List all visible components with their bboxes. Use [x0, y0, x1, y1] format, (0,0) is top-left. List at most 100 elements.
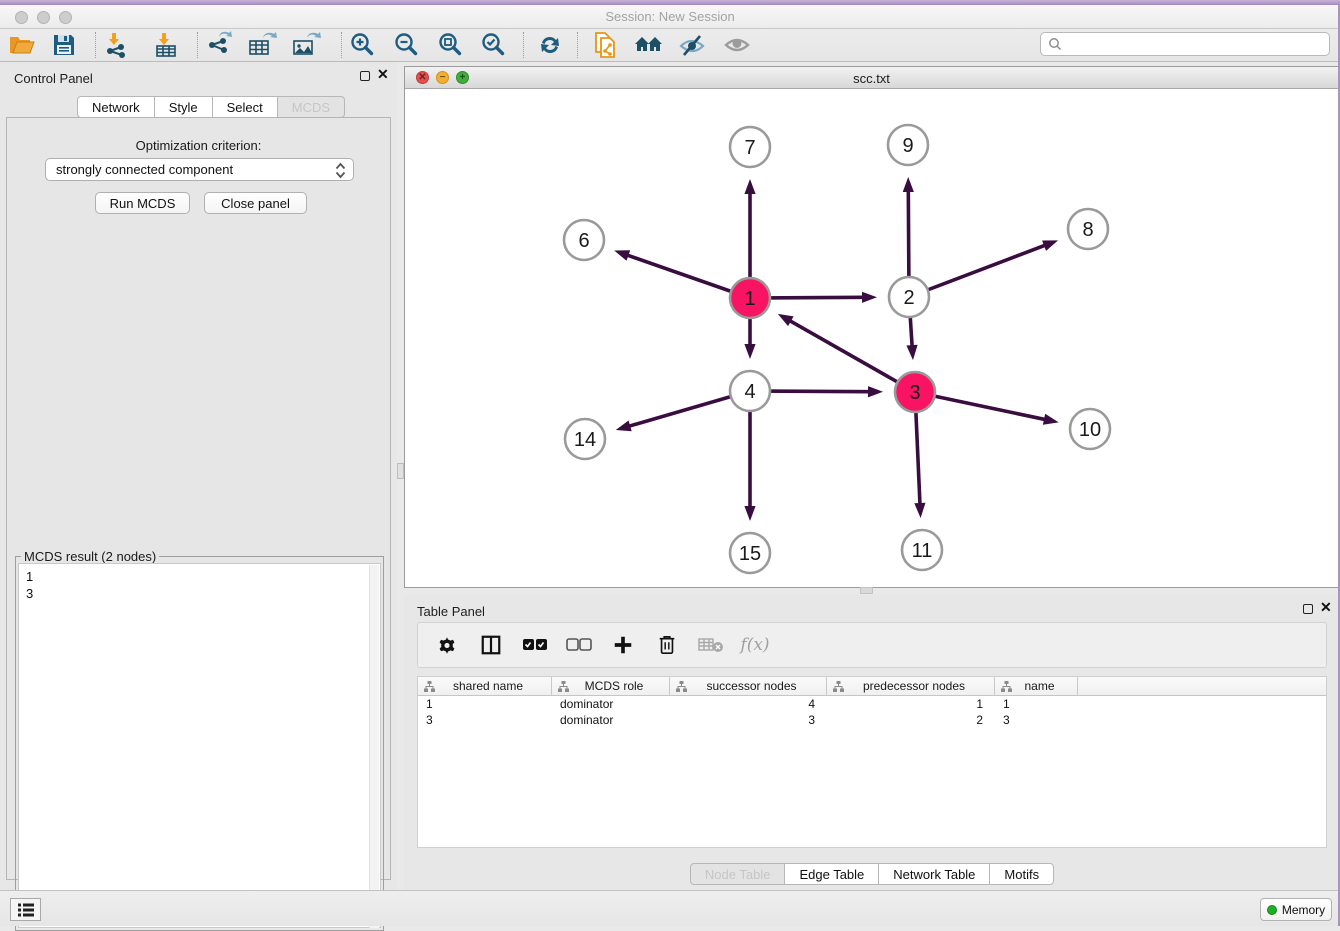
tab-select[interactable]: Select [213, 96, 278, 118]
close-panel-icon[interactable]: ✕ [377, 68, 389, 80]
table-tab-network-table[interactable]: Network Table [879, 863, 990, 885]
column-header-successor-nodes[interactable]: successor nodes [670, 677, 827, 695]
arrowhead-icon [744, 344, 755, 359]
apply-layout-icon[interactable] [534, 30, 566, 60]
show-columns-icon[interactable] [476, 630, 506, 660]
export-table-icon[interactable] [246, 30, 278, 60]
function-builder-icon[interactable]: f(x) [740, 630, 770, 660]
node-label: 4 [744, 381, 755, 403]
memory-label: Memory [1282, 903, 1325, 917]
cell-predecessor-nodes: 2 [827, 712, 995, 728]
tab-style[interactable]: Style [155, 96, 213, 118]
node-11[interactable]: 11 [902, 530, 942, 570]
horizontal-splitter-grip[interactable] [860, 587, 873, 594]
import-table-icon[interactable] [150, 30, 182, 60]
app-title: Session: New Session [0, 9, 1340, 24]
network-window-titlebar: ✕ − + scc.txt [405, 67, 1338, 89]
result-scrollbar[interactable] [369, 565, 379, 928]
main-toolbar [0, 29, 1340, 62]
search-icon [1047, 36, 1063, 52]
hierarchy-icon [676, 681, 687, 692]
edge-3-to-1[interactable] [778, 314, 915, 392]
node-4[interactable]: 4 [730, 371, 770, 411]
column-header-MCDS-role[interactable]: MCDS role [552, 677, 670, 695]
column-label: shared name [435, 679, 551, 693]
table-tab-edge-table[interactable]: Edge Table [785, 863, 879, 885]
deselect-all-columns-icon[interactable] [564, 630, 594, 660]
zoom-in-icon[interactable] [346, 30, 378, 60]
network-overview-icon[interactable] [633, 30, 665, 60]
table-close-icon[interactable]: ✕ [1320, 601, 1332, 613]
column-header-shared-name[interactable]: shared name [418, 677, 552, 695]
search-input[interactable] [1063, 35, 1329, 53]
run-mcds-button[interactable]: Run MCDS [95, 192, 190, 214]
node-14[interactable]: 14 [565, 419, 605, 459]
node-3-selected[interactable]: 3 [895, 372, 935, 412]
tab-mcds[interactable]: MCDS [278, 96, 345, 118]
node-6[interactable]: 6 [564, 220, 604, 260]
export-network-icon[interactable] [203, 30, 235, 60]
memory-button[interactable]: Memory [1260, 898, 1332, 921]
select-all-columns-icon[interactable] [520, 630, 550, 660]
arrowhead-icon [906, 345, 917, 360]
node-7[interactable]: 7 [730, 127, 770, 167]
arrowhead-icon [744, 506, 755, 521]
toolbar-separator [95, 32, 96, 58]
hierarchy-icon [833, 681, 844, 692]
float-panel-icon[interactable] [360, 71, 370, 81]
arrowhead-icon [868, 386, 883, 397]
toolbar-separator [577, 32, 578, 58]
zoom-selected-icon[interactable] [477, 30, 509, 60]
zoom-out-icon[interactable] [390, 30, 422, 60]
edge-3-to-10[interactable] [915, 392, 1059, 425]
edge-2-to-8[interactable] [909, 240, 1058, 297]
vertical-splitter-grip[interactable] [397, 463, 404, 479]
open-file-icon[interactable] [6, 30, 38, 60]
node-9[interactable]: 9 [888, 125, 928, 165]
tab-network[interactable]: Network [77, 96, 155, 118]
delete-column-icon[interactable] [652, 630, 682, 660]
zoom-fit-icon[interactable] [434, 30, 466, 60]
table-panel: Table Panel ✕ [404, 595, 1340, 890]
import-network-icon[interactable] [100, 30, 132, 60]
table-row[interactable]: 3dominator323 [418, 712, 1326, 728]
table-tab-node-table[interactable]: Node Table [690, 863, 786, 885]
export-image-icon[interactable] [290, 30, 322, 60]
table-toolbar: f(x) [417, 622, 1327, 668]
mcds-result-groupbox: MCDS result (2 nodes) 13 [15, 556, 384, 931]
table-options-icon[interactable] [432, 630, 462, 660]
table-tab-motifs[interactable]: Motifs [990, 863, 1054, 885]
table-float-icon[interactable] [1303, 604, 1313, 614]
node-10[interactable]: 10 [1070, 409, 1110, 449]
network-canvas[interactable]: 1 2 3 4 6 7 8 9 10 11 14 15 [405, 89, 1338, 587]
arrowhead-icon [903, 177, 914, 192]
column-header-predecessor-nodes[interactable]: predecessor nodes [827, 677, 995, 695]
hierarchy-icon [1001, 681, 1012, 692]
edge-1-to-6[interactable] [614, 250, 750, 298]
hierarchy-icon [558, 681, 569, 692]
close-panel-button[interactable]: Close panel [204, 192, 307, 214]
table-row[interactable]: 1dominator411 [418, 696, 1326, 712]
delete-table-icon[interactable] [696, 630, 726, 660]
column-header-name[interactable]: name [995, 677, 1078, 695]
control-panel-title: Control Panel [14, 71, 93, 86]
node-15[interactable]: 15 [730, 533, 770, 573]
node-8[interactable]: 8 [1068, 209, 1108, 249]
mcds-result-title: MCDS result (2 nodes) [21, 549, 159, 564]
arrowhead-icon [616, 420, 632, 431]
duplicate-network-icon[interactable] [589, 30, 621, 60]
node-label: 9 [902, 135, 913, 157]
search-box [1040, 32, 1330, 56]
mcds-result-list[interactable]: 13 [18, 563, 381, 928]
show-all-icon[interactable] [721, 30, 753, 60]
list-icon [17, 902, 35, 918]
add-column-icon[interactable] [608, 630, 638, 660]
node-2[interactable]: 2 [889, 277, 929, 317]
criterion-dropdown[interactable]: strongly connected component [45, 158, 354, 181]
save-session-icon[interactable] [48, 30, 80, 60]
node-label: 14 [574, 429, 596, 451]
hide-selected-icon[interactable] [676, 30, 708, 60]
task-history-button[interactable] [10, 898, 41, 921]
arrowhead-icon [1042, 240, 1058, 251]
node-1-selected[interactable]: 1 [730, 278, 770, 318]
